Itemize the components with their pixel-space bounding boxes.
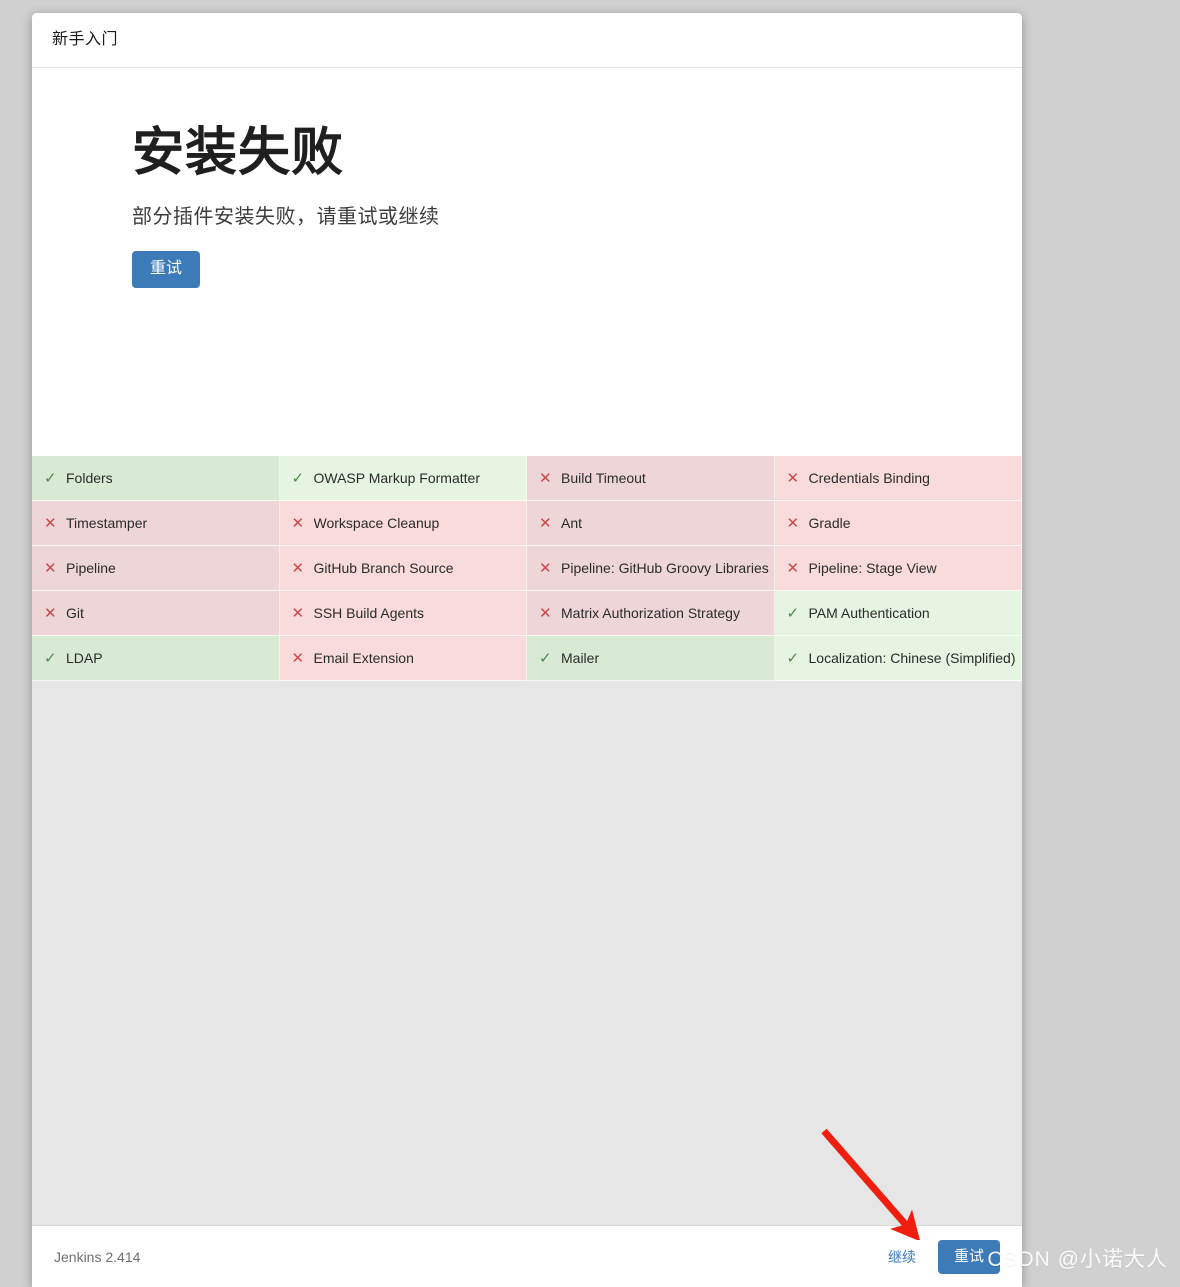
csdn-watermark: CSDN @小诺大人 [987,1248,1168,1271]
plugin-cell: ✕ Email Extension [279,636,527,681]
cross-icon: ✕ [539,469,552,487]
plugin-name-label: PAM Authentication [808,605,930,621]
plugin-cell: ✕ Credentials Binding [774,456,1022,501]
plugin-name-label: Git [66,605,84,621]
cross-icon: ✕ [44,514,57,532]
plugin-name-label: SSH Build Agents [313,605,425,621]
plugin-cell: ✕ Matrix Authorization Strategy [527,591,775,636]
plugin-name-label: Pipeline: Stage View [808,560,937,576]
plugin-name-label: Gradle [808,515,851,531]
cross-icon: ✕ [539,514,552,532]
check-icon: ✓ [539,649,552,667]
cross-icon: ✕ [44,559,57,577]
dialog-body: 安装失败 部分插件安装失败，请重试或继续 重试 ✓ Folders ✓ OWASP M… [32,68,1022,1225]
continue-link[interactable]: 继续 [888,1247,916,1267]
plugin-name-label: Credentials Binding [808,470,930,486]
plugin-status-grid: ✓ Folders ✓ OWASP Markup Formatter ✕ Build Ti… [32,455,1022,681]
plugin-cell: ✕ Gradle [774,501,1022,546]
check-icon: ✓ [44,649,57,667]
plugin-name-label: Email Extension [313,650,414,666]
cross-icon: ✕ [786,469,800,487]
check-icon: ✓ [786,604,800,622]
plugin-name-label: Mailer [561,650,600,666]
cross-icon: ✕ [786,514,800,532]
check-icon: ✓ [291,469,305,487]
retry-button-main[interactable]: 重试 [132,250,201,288]
plugin-name-label: LDAP [66,650,103,666]
plugin-cell: ✓ LDAP [32,636,280,681]
plugin-cell: ✓ Folders [32,456,280,501]
check-icon: ✓ [44,469,57,487]
plugin-cell: ✕ SSH Build Agents [279,591,527,636]
plugin-cell: ✕ Ant [527,501,775,546]
plugin-name-label: GitHub Branch Source [313,560,454,576]
setup-wizard-dialog: 新手入门 安装失败 部分插件安装失败，请重试或继续 重试 ✓ Folders ✓ OW… [32,13,1022,1287]
check-icon: ✓ [786,649,800,667]
plugin-cell: ✕ Git [32,591,280,636]
cross-icon: ✕ [44,604,57,622]
plugin-cell: ✕ GitHub Branch Source [279,546,527,591]
cross-icon: ✕ [291,604,305,622]
dialog-footer: Jenkins 2.414 继续 重试 [32,1225,1022,1287]
plugin-cell: ✕ Pipeline: GitHub Groovy Libraries [527,546,775,591]
plugin-cell: ✕ Pipeline [32,546,280,591]
plugin-name-label: Ant [561,515,583,531]
plugin-name-label: OWASP Markup Formatter [313,470,480,486]
plugin-name-label: Localization: Chinese (Simplified) [808,650,1016,666]
page-title: 新手入门 [52,31,119,48]
install-status-heading: 安装失败 [132,124,345,182]
cross-icon: ✕ [539,559,552,577]
plugin-cell: ✓ PAM Authentication [774,591,1022,636]
plugin-cell: ✓ Localization: Chinese (Simplified) [774,636,1022,681]
jenkins-version-label: Jenkins 2.414 [54,1248,141,1265]
plugin-name-label: Pipeline: GitHub Groovy Libraries [561,560,769,576]
status-hero: 安装失败 部分插件安装失败，请重试或继续 重试 [32,68,1022,455]
cross-icon: ✕ [786,559,800,577]
cross-icon: ✕ [291,514,305,532]
plugin-cell: ✕ Workspace Cleanup [279,501,527,546]
plugin-cell: ✕ Build Timeout [527,456,775,501]
cross-icon: ✕ [291,649,305,667]
body-filler [32,681,1022,1225]
plugin-name-label: Build Timeout [561,470,646,486]
plugin-cell: ✕ Timestamper [32,501,280,546]
cross-icon: ✕ [539,604,552,622]
plugin-name-label: Folders [66,470,113,486]
dialog-header: 新手入门 [32,13,1022,68]
plugin-name-label: Workspace Cleanup [313,515,440,531]
plugin-cell: ✕ Pipeline: Stage View [774,546,1022,591]
plugin-name-label: Matrix Authorization Strategy [561,605,740,621]
footer-actions: 继续 重试 [888,1239,1000,1274]
plugin-name-label: Pipeline [66,560,116,576]
plugin-cell: ✓ Mailer [527,636,775,681]
plugin-name-label: Timestamper [66,515,148,531]
cross-icon: ✕ [291,559,305,577]
install-status-subtitle: 部分插件安装失败，请重试或继续 [132,205,440,228]
plugin-cell: ✓ OWASP Markup Formatter [279,456,527,501]
